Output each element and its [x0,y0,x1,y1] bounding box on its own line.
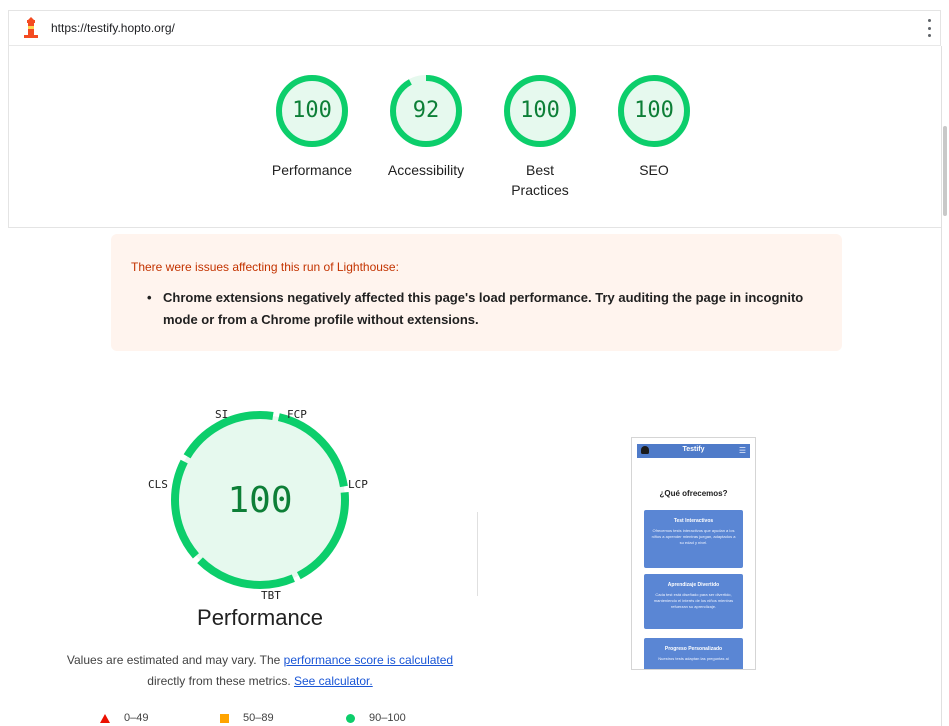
warning-list: Chrome extensions negatively affected th… [147,287,813,331]
hamburger-icon: ☰ [738,446,746,455]
report-topbar: https://testify.hopto.org/ [8,10,941,46]
card-text: Cada test está diseñado para ser diverti… [653,592,734,609]
legend-pass: 90–100 [346,712,406,724]
report-url[interactable]: https://testify.hopto.org/ [51,21,175,35]
note-text: Values are estimated and may vary. The [66,653,284,667]
card-title: Aprendizaje Divertido [667,582,720,588]
more-options-icon[interactable] [926,19,932,37]
gauge-ring: 100 [617,74,691,148]
gauge-best-practices[interactable]: 100 Best Practices [485,74,595,200]
performance-score: 100 [227,480,293,521]
triangle-icon [100,713,110,723]
gauge-seo[interactable]: 100 SEO [599,74,709,180]
final-screenshot[interactable]: Testify ☰ ¿Qué ofrecemos? Test Interacti… [631,437,756,670]
divider [477,512,478,596]
metric-tbt: TBT [261,589,281,602]
legend-fail: 0–49 [100,712,148,724]
scrollbar[interactable] [941,46,949,726]
circle-icon [346,713,355,723]
legend-range: 90–100 [369,712,406,724]
gauge-score: 92 [412,98,440,123]
gauge-ring: 100 [275,74,349,148]
gauge-accessibility[interactable]: 92 Accessibility [371,74,481,180]
card-text: Ofrecemos tests interactivos que ayudan … [651,528,736,545]
lighthouse-icon [24,17,38,38]
category-gauges: 100 Performance 92 Accessibility 100 Bes… [8,46,941,228]
performance-score-link[interactable]: performance score is calculated [284,653,453,667]
metric-fcp: FCP [287,408,307,421]
feature-card: Test Interactivos Ofrecemos tests intera… [644,510,743,568]
square-icon [220,713,229,723]
metrics-note: Values are estimated and may vary. The p… [60,650,460,692]
feature-card: Progreso Personalizado Nuestros tests ad… [644,638,743,669]
gauge-ring: 92 [389,74,463,148]
warning-item: Chrome extensions negatively affected th… [147,287,813,331]
feature-card: Aprendizaje Divertido Cada test está dis… [644,574,743,629]
gauge-label: Performance [271,162,353,178]
gauge-performance[interactable]: 100 Performance [257,74,367,180]
site-heading: ¿Qué ofrecemos? [659,489,728,498]
site-header: Testify ☰ [637,444,750,458]
run-warnings: There were issues affecting this run of … [111,234,842,351]
legend-range: 50–89 [243,712,274,724]
gauge-ring: 100 [503,74,577,148]
gauge-label: Best Practices [511,162,569,198]
site-brand: Testify [682,446,705,453]
gauge-score: 100 [292,98,332,123]
gauge-score: 100 [634,98,674,123]
gauge-score: 100 [520,98,560,123]
card-title: Test Interactivos [673,518,714,524]
score-legend: 0–49 50–89 90–100 [100,712,440,726]
scrollbar-thumb[interactable] [943,126,947,216]
metric-lcp: LCP [348,478,368,491]
gauge-label: SEO [639,162,669,178]
note-text: directly from these metrics. [147,674,294,688]
card-title: Progreso Personalizado [664,646,723,652]
see-calculator-link[interactable]: See calculator. [294,674,373,688]
card-text: Nuestros tests adaptan las preguntas al [658,656,729,661]
metric-cls: CLS [148,478,168,491]
warning-title: There were issues affecting this run of … [131,260,399,274]
performance-title: Performance [197,605,323,630]
performance-gauge: SI FCP LCP TBT CLS 100 [140,400,380,640]
legend-range: 0–49 [124,712,149,724]
legend-average: 50–89 [220,712,274,724]
metric-si: SI [215,408,229,421]
gauge-label: Accessibility [387,162,465,178]
